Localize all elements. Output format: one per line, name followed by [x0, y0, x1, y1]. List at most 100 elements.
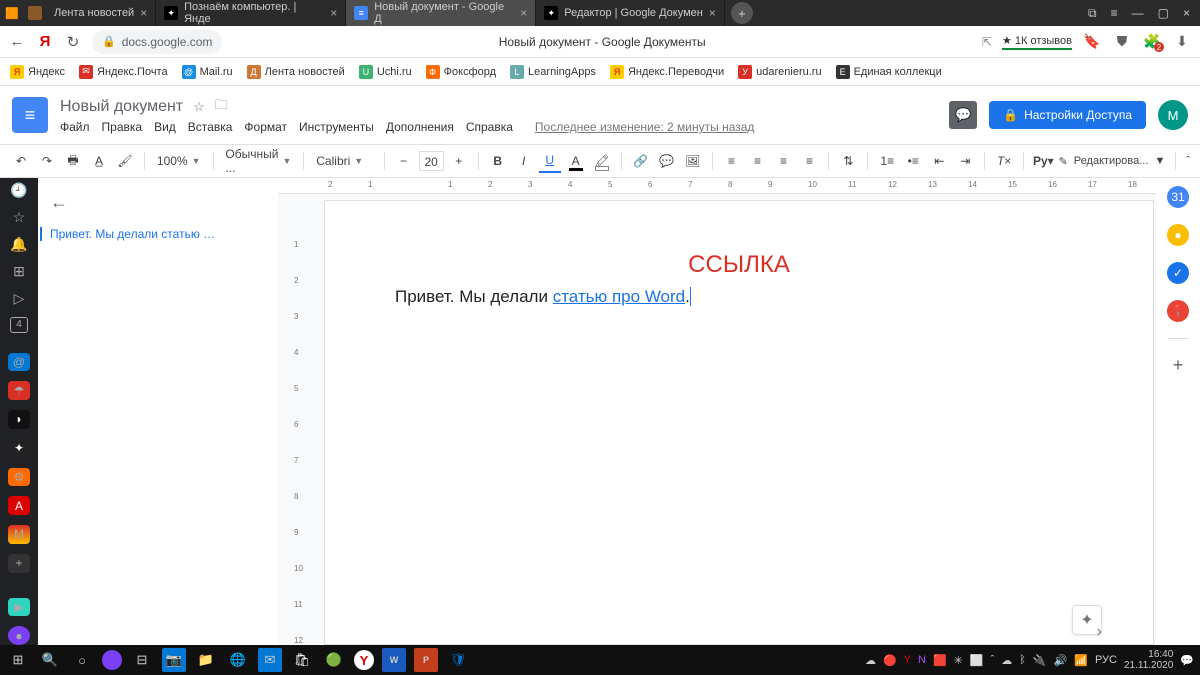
bookmark-item[interactable]: LLearningApps: [510, 65, 596, 79]
app-icon[interactable]: ▶: [8, 598, 30, 617]
explorer-icon[interactable]: 📁: [194, 648, 218, 672]
app-icon[interactable]: ☂: [8, 381, 30, 400]
tray-icon[interactable]: ⬜: [970, 654, 984, 667]
menu-edit[interactable]: Правка: [102, 120, 143, 134]
alice-icon[interactable]: ●: [8, 626, 30, 645]
font-select[interactable]: Calibri▼: [312, 154, 375, 168]
calendar-icon[interactable]: 31: [1167, 186, 1189, 208]
align-right-icon[interactable]: ≡: [772, 149, 794, 173]
app-icon[interactable]: M: [8, 525, 30, 544]
clear-format-icon[interactable]: T×: [993, 149, 1015, 173]
move-icon[interactable]: 🗀: [215, 96, 228, 118]
reviews-badge[interactable]: ★ 1К отзывов: [1002, 34, 1072, 50]
chrome-icon[interactable]: 🟢: [322, 648, 346, 672]
browser-tab-active[interactable]: ≡ Новый документ - Google Д ×: [346, 0, 536, 26]
star-icon[interactable]: ☆: [193, 99, 205, 115]
horizontal-ruler[interactable]: 21123456789101112131415161718: [278, 178, 1156, 194]
app-icon[interactable]: ⚙: [8, 468, 30, 487]
share-button[interactable]: 🔒 Настройки Доступа: [989, 101, 1146, 129]
bullet-list-icon[interactable]: •≡: [902, 149, 924, 173]
close-icon[interactable]: ×: [140, 6, 147, 20]
search-icon[interactable]: 🔍: [38, 648, 62, 672]
menu-icon[interactable]: ≡: [1111, 6, 1118, 21]
align-center-icon[interactable]: ≡: [746, 149, 768, 173]
doc-heading[interactable]: ССЫЛКА: [395, 251, 1083, 279]
shield-icon[interactable]: ⛊: [1112, 33, 1132, 50]
bookmark-icon[interactable]: 🔖: [1082, 33, 1102, 50]
close-icon[interactable]: ×: [330, 6, 337, 20]
collapse-icon[interactable]: ˆ: [1186, 155, 1190, 167]
italic-icon[interactable]: I: [513, 149, 535, 173]
style-select[interactable]: Обычный ...▼: [221, 147, 295, 175]
back-icon[interactable]: ←: [8, 33, 26, 50]
edge-icon[interactable]: 🌐: [226, 648, 250, 672]
tasks-icon[interactable]: ✓: [1167, 262, 1189, 284]
tray-language[interactable]: РУС: [1095, 654, 1117, 666]
close-window-icon[interactable]: ×: [1183, 6, 1190, 21]
tray-volume-icon[interactable]: 🔊: [1054, 654, 1068, 667]
popout-icon[interactable]: ⇱: [982, 35, 992, 49]
undo-icon[interactable]: ↶: [10, 149, 32, 173]
star-icon[interactable]: ☆: [13, 209, 26, 226]
menu-format[interactable]: Формат: [244, 120, 287, 134]
doc-paragraph[interactable]: Привет. Мы делали статью про Word.: [395, 287, 1083, 307]
bookmark-item[interactable]: ДЛента новостей: [247, 65, 345, 79]
text-color-icon[interactable]: A: [565, 149, 587, 173]
redo-icon[interactable]: ↷: [36, 149, 58, 173]
menu-help[interactable]: Справка: [466, 120, 513, 134]
history-icon[interactable]: 🕘: [10, 182, 27, 199]
tray-wifi-icon[interactable]: 📶: [1074, 654, 1088, 667]
align-justify-icon[interactable]: ≡: [798, 149, 820, 173]
app-icon[interactable]: A: [8, 496, 30, 515]
menu-insert[interactable]: Вставка: [188, 120, 233, 134]
editing-mode-select[interactable]: ✎ Редактирова...▼ ˆ: [1059, 152, 1190, 170]
underline-icon[interactable]: U: [539, 149, 561, 173]
tray-yandex-icon[interactable]: Y: [904, 654, 911, 666]
tray-onedrive-icon[interactable]: ☁: [1001, 654, 1012, 667]
bookmark-item[interactable]: ФФоксфорд: [426, 65, 496, 79]
browser-tab[interactable]: ✦ Познаём компьютер. | Янде ×: [156, 0, 346, 26]
bookmark-item[interactable]: ЯЯндекс: [10, 65, 65, 79]
clock[interactable]: 16:40 21.11.2020: [1124, 649, 1173, 671]
download-icon[interactable]: ⬇: [1172, 33, 1192, 50]
play-icon[interactable]: ▷: [14, 290, 25, 307]
url-box[interactable]: 🔒 docs.google.com: [92, 30, 222, 54]
insert-link-icon[interactable]: 🔗: [630, 149, 652, 173]
bookmark-item[interactable]: ✉Яндекс.Почта: [79, 65, 168, 79]
cortana-icon[interactable]: ○: [70, 648, 94, 672]
keep-icon[interactable]: ●: [1167, 224, 1189, 246]
print-icon[interactable]: 🖶: [62, 149, 84, 173]
bookmark-item[interactable]: Уudarenieru.ru: [738, 65, 821, 79]
security-icon[interactable]: 🛡: [446, 648, 470, 672]
menu-file[interactable]: Файл: [60, 120, 90, 134]
alice-taskbar-icon[interactable]: [102, 650, 122, 670]
close-icon[interactable]: ×: [709, 6, 716, 20]
new-tab-button[interactable]: +: [731, 2, 753, 24]
browser-tab[interactable]: ✦ Редактор | Google Докумен ×: [536, 0, 725, 26]
line-spacing-icon[interactable]: ⇅: [837, 149, 859, 173]
menu-view[interactable]: Вид: [154, 120, 176, 134]
docs-app-icon[interactable]: ≡: [12, 97, 48, 133]
vertical-ruler[interactable]: 1234567891011121314: [278, 194, 306, 645]
reload-icon[interactable]: ↻: [64, 33, 82, 51]
decrease-font-icon[interactable]: −: [393, 149, 415, 173]
app-icon[interactable]: ✦: [8, 439, 30, 458]
bookmark-item[interactable]: ЕЕдиная коллекци: [836, 65, 942, 79]
notifications-icon[interactable]: 💬: [1180, 654, 1194, 667]
grid-icon[interactable]: ⊞: [13, 263, 25, 280]
insert-comment-icon[interactable]: 💬: [656, 149, 678, 173]
start-icon[interactable]: ⊞: [6, 648, 30, 672]
camera-app-icon[interactable]: 📷: [162, 648, 186, 672]
tray-cloud-icon[interactable]: ☁: [865, 654, 876, 667]
maps-icon[interactable]: 📍: [1167, 300, 1189, 322]
bold-icon[interactable]: B: [487, 149, 509, 173]
bell-icon[interactable]: 🔔: [10, 236, 27, 253]
tray-up-icon[interactable]: ˆ: [991, 654, 995, 666]
word-icon[interactable]: W: [382, 648, 406, 672]
store-icon[interactable]: 🛍: [290, 648, 314, 672]
counter-icon[interactable]: 4: [10, 317, 28, 333]
app-icon[interactable]: @: [8, 353, 30, 372]
scroll-right-icon[interactable]: ›: [1097, 623, 1102, 641]
outline-back-icon[interactable]: ←: [50, 192, 266, 213]
tray-power-icon[interactable]: 🔌: [1033, 654, 1047, 667]
